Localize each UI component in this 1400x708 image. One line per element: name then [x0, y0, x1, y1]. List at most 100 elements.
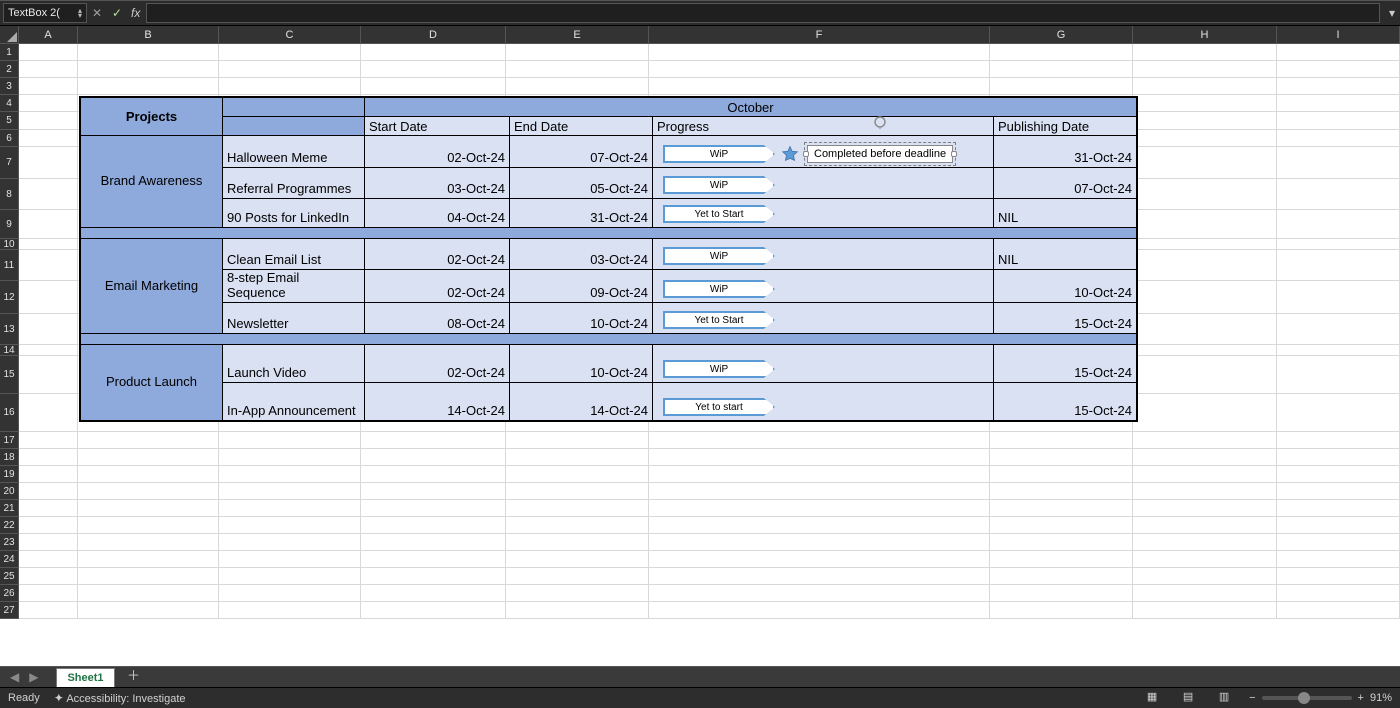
- cell[interactable]: [361, 483, 506, 500]
- cell[interactable]: [1277, 345, 1400, 356]
- cell[interactable]: [1133, 551, 1277, 568]
- start-cell[interactable]: 02-Oct-24: [365, 345, 510, 383]
- cell[interactable]: [19, 534, 78, 551]
- col-header[interactable]: B: [78, 26, 219, 44]
- cell[interactable]: [1277, 95, 1400, 112]
- publish-date-header[interactable]: Publishing Date: [994, 117, 1137, 136]
- cell[interactable]: [1277, 179, 1400, 210]
- cell[interactable]: [649, 534, 990, 551]
- col-header[interactable]: D: [361, 26, 506, 44]
- cell[interactable]: [219, 449, 361, 466]
- cell[interactable]: [361, 61, 506, 78]
- cell[interactable]: [78, 568, 219, 585]
- progress-shape[interactable]: WiP: [663, 247, 775, 265]
- cell[interactable]: [1277, 602, 1400, 619]
- cell[interactable]: [219, 466, 361, 483]
- cell[interactable]: [219, 551, 361, 568]
- cell[interactable]: [1277, 585, 1400, 602]
- cell[interactable]: [19, 112, 78, 130]
- progress-shape[interactable]: WiP: [663, 176, 775, 194]
- task-cell[interactable]: Clean Email List: [223, 239, 365, 270]
- cell[interactable]: [219, 44, 361, 61]
- cell[interactable]: [219, 500, 361, 517]
- cell[interactable]: [506, 449, 649, 466]
- cell[interactable]: [78, 551, 219, 568]
- cell[interactable]: [1277, 130, 1400, 147]
- publish-cell[interactable]: NIL: [994, 239, 1137, 270]
- cell[interactable]: [649, 517, 990, 534]
- cell[interactable]: [649, 44, 990, 61]
- blank-header-cell[interactable]: [223, 117, 365, 136]
- col-header[interactable]: C: [219, 26, 361, 44]
- cell[interactable]: [78, 432, 219, 449]
- row-header[interactable]: 11: [0, 250, 19, 281]
- cell[interactable]: [1133, 179, 1277, 210]
- start-date-header[interactable]: Start Date: [365, 117, 510, 136]
- separator-row[interactable]: [81, 334, 1137, 345]
- cell[interactable]: [219, 534, 361, 551]
- start-cell[interactable]: 02-Oct-24: [365, 136, 510, 168]
- cell[interactable]: [361, 534, 506, 551]
- cell[interactable]: [1133, 568, 1277, 585]
- cell[interactable]: [19, 602, 78, 619]
- zoom-out-button[interactable]: −: [1249, 692, 1255, 704]
- cell[interactable]: [1277, 551, 1400, 568]
- add-sheet-button[interactable]: ＋: [125, 668, 143, 686]
- cell[interactable]: [1277, 314, 1400, 345]
- progress-shape[interactable]: Yet to Start: [663, 311, 775, 329]
- end-cell[interactable]: 09-Oct-24: [510, 270, 653, 303]
- start-cell[interactable]: 02-Oct-24: [365, 239, 510, 270]
- cell[interactable]: [649, 500, 990, 517]
- cell[interactable]: [506, 585, 649, 602]
- cell[interactable]: [19, 147, 78, 179]
- cell[interactable]: [19, 394, 78, 432]
- cell[interactable]: [1277, 432, 1400, 449]
- cell[interactable]: [1133, 95, 1277, 112]
- cell[interactable]: [361, 432, 506, 449]
- cell[interactable]: [1133, 78, 1277, 95]
- publish-cell[interactable]: 15-Oct-24: [994, 303, 1137, 334]
- publish-cell[interactable]: 10-Oct-24: [994, 270, 1137, 303]
- resize-handle-left[interactable]: [803, 151, 809, 157]
- cell[interactable]: [990, 534, 1133, 551]
- cell[interactable]: [1133, 602, 1277, 619]
- cell[interactable]: [506, 466, 649, 483]
- cell[interactable]: [361, 78, 506, 95]
- cell[interactable]: [1133, 112, 1277, 130]
- cell[interactable]: [1133, 281, 1277, 314]
- cell[interactable]: [1133, 44, 1277, 61]
- cell[interactable]: [1133, 585, 1277, 602]
- publish-cell[interactable]: NIL: [994, 199, 1137, 228]
- row-header[interactable]: 13: [0, 314, 19, 345]
- cell[interactable]: [649, 483, 990, 500]
- cell[interactable]: [990, 568, 1133, 585]
- cell[interactable]: [1133, 314, 1277, 345]
- cell[interactable]: [19, 44, 78, 61]
- cell[interactable]: [1133, 147, 1277, 179]
- cell[interactable]: [990, 432, 1133, 449]
- callout-textbox[interactable]: Completed before deadline: [807, 145, 953, 163]
- start-cell[interactable]: 02-Oct-24: [365, 270, 510, 303]
- cell[interactable]: [19, 179, 78, 210]
- cell[interactable]: [1133, 500, 1277, 517]
- row-header[interactable]: 10: [0, 239, 19, 250]
- accessibility-status[interactable]: ✦ Accessibility: Investigate: [54, 691, 186, 705]
- cell[interactable]: [19, 130, 78, 147]
- cell[interactable]: [1133, 394, 1277, 432]
- cell[interactable]: [990, 61, 1133, 78]
- publish-cell[interactable]: 07-Oct-24: [994, 168, 1137, 199]
- sheet-tab[interactable]: Sheet1: [56, 668, 114, 687]
- cell[interactable]: [506, 534, 649, 551]
- end-cell[interactable]: 10-Oct-24: [510, 345, 653, 383]
- publish-cell[interactable]: 31-Oct-24: [994, 136, 1137, 168]
- task-cell[interactable]: 90 Posts for LinkedIn: [223, 199, 365, 228]
- cell[interactable]: [1277, 483, 1400, 500]
- cell[interactable]: [1277, 500, 1400, 517]
- cell[interactable]: [19, 356, 78, 394]
- sheet-nav-prev[interactable]: ◀: [0, 670, 29, 684]
- cell[interactable]: [361, 500, 506, 517]
- publish-cell[interactable]: 15-Oct-24: [994, 383, 1137, 421]
- row-header[interactable]: 15: [0, 356, 19, 394]
- cell[interactable]: [506, 517, 649, 534]
- cell[interactable]: [990, 483, 1133, 500]
